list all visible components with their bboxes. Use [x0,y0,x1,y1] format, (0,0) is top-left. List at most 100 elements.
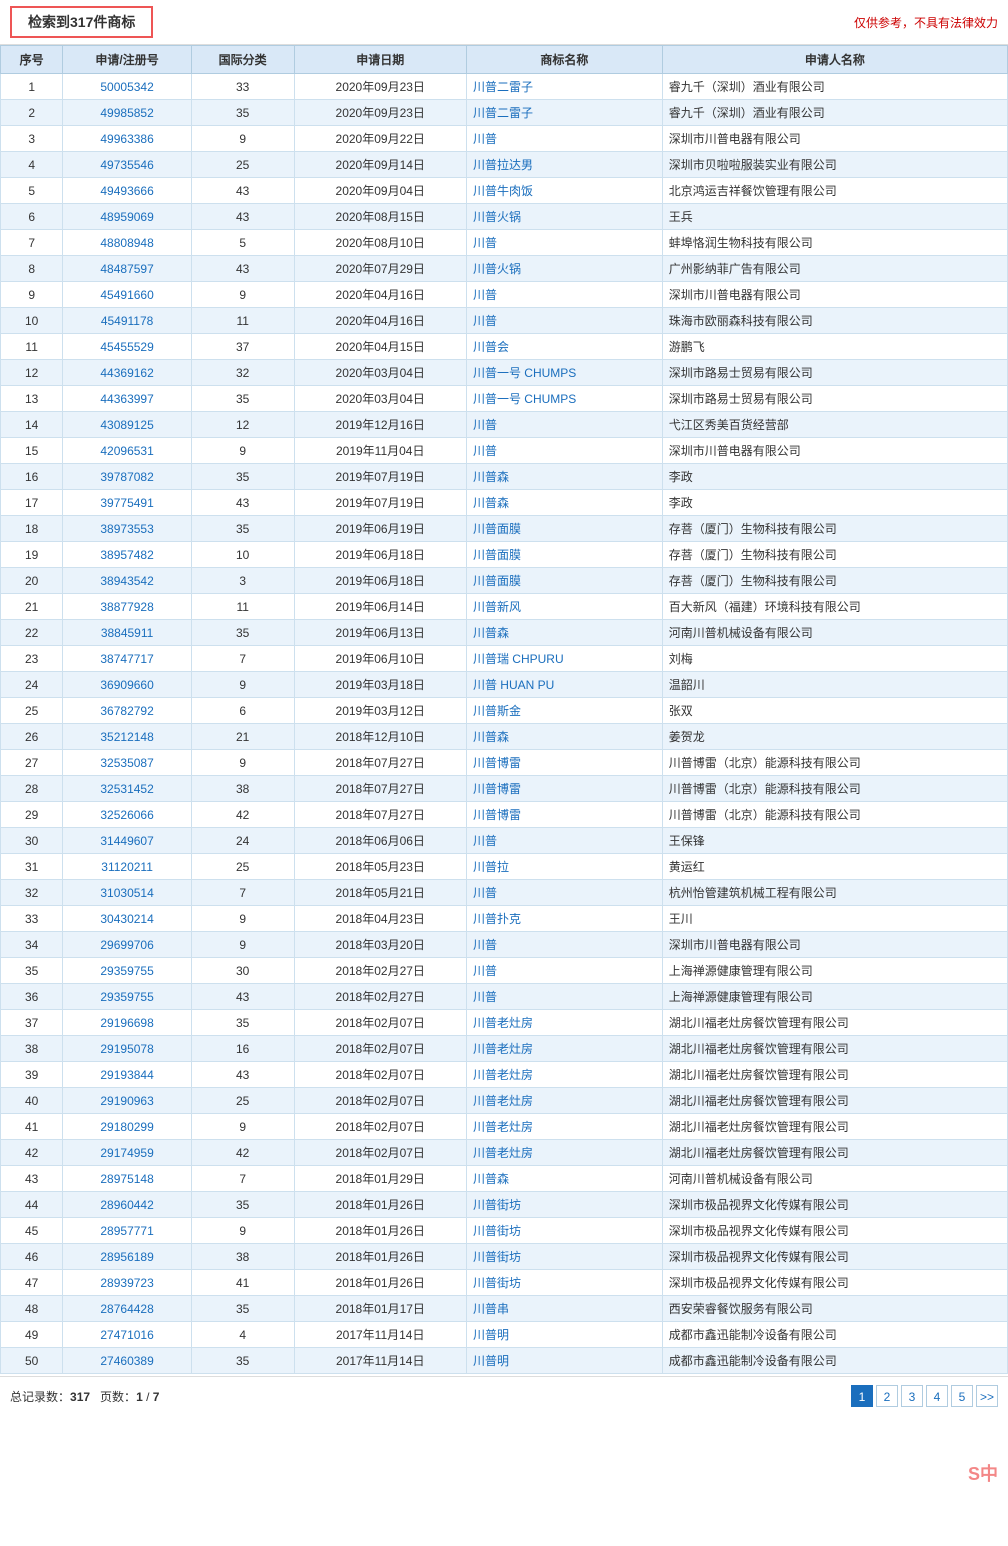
trademark-name-cell[interactable]: 川普森 [466,1166,662,1192]
app-number-cell[interactable]: 29193844 [63,1062,192,1088]
trademark-name-cell[interactable]: 川普博雷 [466,750,662,776]
trademark-name-cell[interactable]: 川普 [466,126,662,152]
app-number-cell[interactable]: 28956189 [63,1244,192,1270]
page-btn-4[interactable]: 4 [926,1385,948,1407]
app-number-cell[interactable]: 49963386 [63,126,192,152]
trademark-name-cell[interactable]: 川普一号 CHUMPS [466,360,662,386]
app-number-cell[interactable]: 29190963 [63,1088,192,1114]
app-number-cell[interactable]: 29359755 [63,958,192,984]
trademark-name-cell[interactable]: 川普 [466,932,662,958]
app-number-cell[interactable]: 48487597 [63,256,192,282]
trademark-name-cell[interactable]: 川普一号 CHUMPS [466,386,662,412]
trademark-name-cell[interactable]: 川普拉 [466,854,662,880]
trademark-name-cell[interactable]: 川普街坊 [466,1244,662,1270]
trademark-name-cell[interactable]: 川普老灶房 [466,1088,662,1114]
trademark-name-cell[interactable]: 川普会 [466,334,662,360]
trademark-name-cell[interactable]: 川普二雷子 [466,74,662,100]
trademark-name-cell[interactable]: 川普森 [466,620,662,646]
app-number-cell[interactable]: 32526066 [63,802,192,828]
trademark-name-cell[interactable]: 川普面膜 [466,516,662,542]
app-number-cell[interactable]: 49493666 [63,178,192,204]
app-number-cell[interactable]: 44363997 [63,386,192,412]
page-btn-3[interactable]: 3 [901,1385,923,1407]
app-number-cell[interactable]: 28957771 [63,1218,192,1244]
trademark-name-cell[interactable]: 川普老灶房 [466,1114,662,1140]
trademark-name-cell[interactable]: 川普火锅 [466,204,662,230]
trademark-name-cell[interactable]: 川普瑞 CHPURU [466,646,662,672]
trademark-name-cell[interactable]: 川普森 [466,724,662,750]
trademark-name-cell[interactable]: 川普街坊 [466,1218,662,1244]
app-number-cell[interactable]: 38877928 [63,594,192,620]
app-number-cell[interactable]: 50005342 [63,74,192,100]
app-number-cell[interactable]: 29195078 [63,1036,192,1062]
trademark-name-cell[interactable]: 川普老灶房 [466,1036,662,1062]
app-number-cell[interactable]: 38973553 [63,516,192,542]
trademark-name-cell[interactable]: 川普面膜 [466,542,662,568]
app-number-cell[interactable]: 48959069 [63,204,192,230]
trademark-name-cell[interactable]: 川普 [466,828,662,854]
trademark-name-cell[interactable]: 川普 [466,438,662,464]
app-number-cell[interactable]: 32535087 [63,750,192,776]
trademark-name-cell[interactable]: 川普面膜 [466,568,662,594]
app-number-cell[interactable]: 35212148 [63,724,192,750]
app-number-cell[interactable]: 28975148 [63,1166,192,1192]
app-number-cell[interactable]: 38747717 [63,646,192,672]
app-number-cell[interactable]: 32531452 [63,776,192,802]
trademark-name-cell[interactable]: 川普扑克 [466,906,662,932]
pagination[interactable]: 1 2 3 4 5 >> [851,1385,998,1407]
trademark-name-cell[interactable]: 川普老灶房 [466,1010,662,1036]
trademark-name-cell[interactable]: 川普明 [466,1322,662,1348]
app-number-cell[interactable]: 31120211 [63,854,192,880]
app-number-cell[interactable]: 42096531 [63,438,192,464]
trademark-name-cell[interactable]: 川普街坊 [466,1270,662,1296]
app-number-cell[interactable]: 38845911 [63,620,192,646]
app-number-cell[interactable]: 43089125 [63,412,192,438]
app-number-cell[interactable]: 29174959 [63,1140,192,1166]
trademark-name-cell[interactable]: 川普 [466,412,662,438]
trademark-name-cell[interactable]: 川普森 [466,490,662,516]
page-btn-next[interactable]: >> [976,1385,998,1407]
app-number-cell[interactable]: 39775491 [63,490,192,516]
app-number-cell[interactable]: 44369162 [63,360,192,386]
page-btn-2[interactable]: 2 [876,1385,898,1407]
trademark-name-cell[interactable]: 川普牛肉饭 [466,178,662,204]
trademark-name-cell[interactable]: 川普博雷 [466,802,662,828]
app-number-cell[interactable]: 31449607 [63,828,192,854]
app-number-cell[interactable]: 30430214 [63,906,192,932]
trademark-name-cell[interactable]: 川普老灶房 [466,1062,662,1088]
trademark-name-cell[interactable]: 川普斯金 [466,698,662,724]
app-number-cell[interactable]: 28764428 [63,1296,192,1322]
app-number-cell[interactable]: 45491660 [63,282,192,308]
app-number-cell[interactable]: 49735546 [63,152,192,178]
app-number-cell[interactable]: 29196698 [63,1010,192,1036]
app-number-cell[interactable]: 38957482 [63,542,192,568]
app-number-cell[interactable]: 31030514 [63,880,192,906]
trademark-name-cell[interactable]: 川普二雷子 [466,100,662,126]
trademark-name-cell[interactable]: 川普 [466,880,662,906]
app-number-cell[interactable]: 45491178 [63,308,192,334]
app-number-cell[interactable]: 45455529 [63,334,192,360]
app-number-cell[interactable]: 49985852 [63,100,192,126]
app-number-cell[interactable]: 27460389 [63,1348,192,1374]
app-number-cell[interactable]: 27471016 [63,1322,192,1348]
trademark-name-cell[interactable]: 川普火锅 [466,256,662,282]
app-number-cell[interactable]: 38943542 [63,568,192,594]
trademark-name-cell[interactable]: 川普 [466,282,662,308]
app-number-cell[interactable]: 39787082 [63,464,192,490]
app-number-cell[interactable]: 28939723 [63,1270,192,1296]
trademark-name-cell[interactable]: 川普新风 [466,594,662,620]
trademark-name-cell[interactable]: 川普明 [466,1348,662,1374]
app-number-cell[interactable]: 48808948 [63,230,192,256]
trademark-name-cell[interactable]: 川普森 [466,464,662,490]
page-btn-1[interactable]: 1 [851,1385,873,1407]
trademark-name-cell[interactable]: 川普 [466,984,662,1010]
app-number-cell[interactable]: 29699706 [63,932,192,958]
trademark-name-cell[interactable]: 川普 [466,230,662,256]
trademark-name-cell[interactable]: 川普博雷 [466,776,662,802]
trademark-name-cell[interactable]: 川普 [466,958,662,984]
app-number-cell[interactable]: 36782792 [63,698,192,724]
trademark-name-cell[interactable]: 川普 [466,308,662,334]
app-number-cell[interactable]: 36909660 [63,672,192,698]
trademark-name-cell[interactable]: 川普 HUAN PU [466,672,662,698]
app-number-cell[interactable]: 29180299 [63,1114,192,1140]
